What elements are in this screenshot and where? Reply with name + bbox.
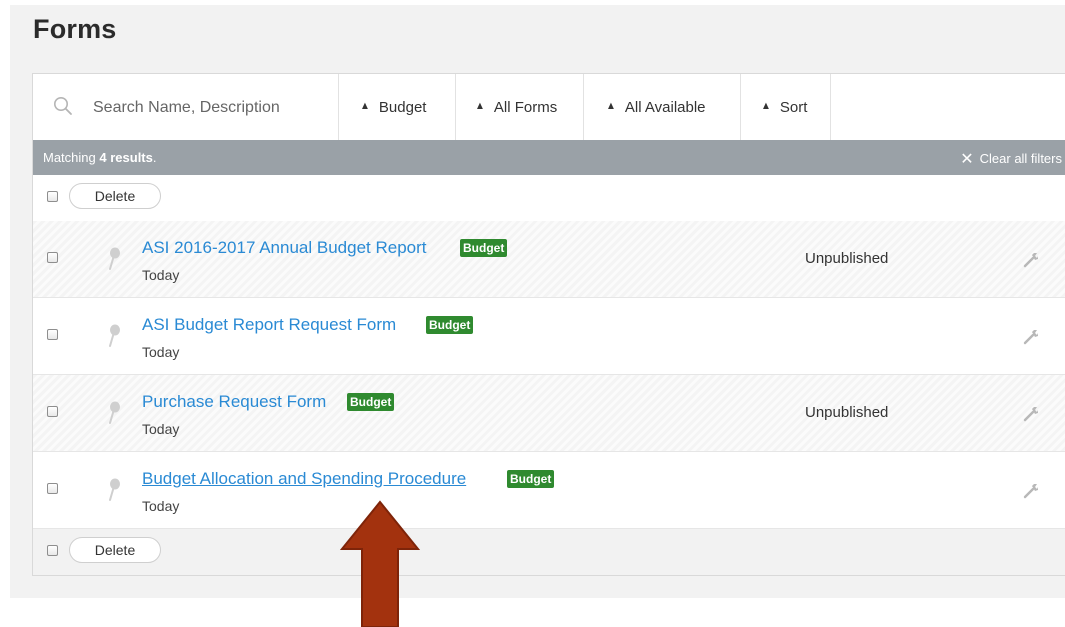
filter-all-forms-button[interactable]: ▲︎ All Forms	[456, 74, 584, 140]
sort-caret-icon: ▲︎	[761, 100, 771, 113]
results-prefix: Matching	[43, 150, 96, 165]
budget-badge: Budget	[507, 470, 555, 488]
select-all-checkbox[interactable]	[47, 191, 58, 202]
results-bar: Matching 4 results. ✕ Clear all filters	[33, 140, 1065, 175]
form-row: Purchase Request Form Budget Today Unpub…	[33, 375, 1065, 452]
sort-caret-icon: ▲︎	[475, 100, 485, 113]
select-all-checkbox[interactable]	[47, 545, 58, 556]
forms-panel: ▲︎ Budget ▲︎ All Forms ▲︎ All Available …	[32, 73, 1065, 576]
delete-button[interactable]: Delete	[69, 183, 161, 209]
search-box	[33, 74, 339, 140]
budget-badge: Budget	[347, 393, 395, 411]
wrench-icon[interactable]	[1021, 326, 1041, 346]
pin-icon[interactable]	[106, 247, 122, 271]
page-title: Forms	[33, 14, 117, 44]
up-arrow-annotation	[340, 500, 420, 627]
wrench-icon[interactable]	[1021, 249, 1041, 269]
clear-all-filters-label: Clear all filters	[979, 151, 1062, 166]
form-date: Today	[142, 344, 180, 360]
form-row: ASI 2016-2017 Annual Budget Report Budge…	[33, 221, 1065, 298]
row-checkbox[interactable]	[47, 406, 58, 417]
wrench-icon[interactable]	[1021, 480, 1041, 500]
form-title-link[interactable]: ASI Budget Report Request Form	[142, 315, 396, 335]
budget-badge: Budget	[460, 239, 508, 257]
results-suffix: results	[110, 150, 153, 165]
sort-button[interactable]: ▲︎ Sort	[741, 74, 831, 140]
filter-budget-button[interactable]: ▲︎ Budget	[339, 74, 456, 140]
search-icon	[54, 97, 72, 115]
row-checkbox[interactable]	[47, 252, 58, 263]
form-date: Today	[142, 498, 180, 514]
search-input[interactable]	[91, 94, 325, 122]
row-checkbox[interactable]	[47, 483, 58, 494]
sort-label: Sort	[779, 98, 808, 116]
pin-icon[interactable]	[106, 478, 122, 502]
form-date: Today	[142, 267, 180, 283]
budget-badge: Budget	[426, 316, 474, 334]
filter-bar: ▲︎ Budget ▲︎ All Forms ▲︎ All Available …	[33, 74, 1065, 141]
form-title-link[interactable]: Budget Allocation and Spending Procedure	[142, 469, 466, 489]
form-row: ASI Budget Report Request Form Budget To…	[33, 298, 1065, 375]
form-status: Unpublished	[805, 250, 889, 267]
results-period: .	[152, 150, 157, 165]
bulk-actions-bottom: Delete	[33, 529, 1065, 575]
wrench-icon[interactable]	[1021, 403, 1041, 423]
sort-caret-icon: ▲︎	[360, 100, 370, 113]
results-count-text: Matching 4 results.	[43, 150, 157, 165]
close-icon: ✕	[960, 151, 974, 168]
filter-all-available-button[interactable]: ▲︎ All Available	[584, 74, 741, 140]
filter-budget-label: Budget	[378, 98, 427, 116]
form-row: Budget Allocation and Spending Procedure…	[33, 452, 1065, 529]
form-title-link[interactable]: ASI 2016-2017 Annual Budget Report	[142, 238, 427, 258]
form-title-link[interactable]: Purchase Request Form	[142, 392, 326, 412]
row-checkbox[interactable]	[47, 329, 58, 340]
form-status: Unpublished	[805, 404, 889, 421]
form-date: Today	[142, 421, 180, 437]
clear-all-filters-button[interactable]: ✕ Clear all filters	[960, 149, 1062, 169]
results-count: 4	[99, 150, 107, 165]
delete-button[interactable]: Delete	[69, 537, 161, 563]
filter-all-available-label: All Available	[624, 98, 706, 116]
pin-icon[interactable]	[106, 401, 122, 425]
sort-caret-icon: ▲︎	[606, 100, 616, 113]
pin-icon[interactable]	[106, 324, 122, 348]
bulk-actions-top: Delete	[33, 175, 1065, 221]
filter-all-forms-label: All Forms	[493, 98, 558, 116]
